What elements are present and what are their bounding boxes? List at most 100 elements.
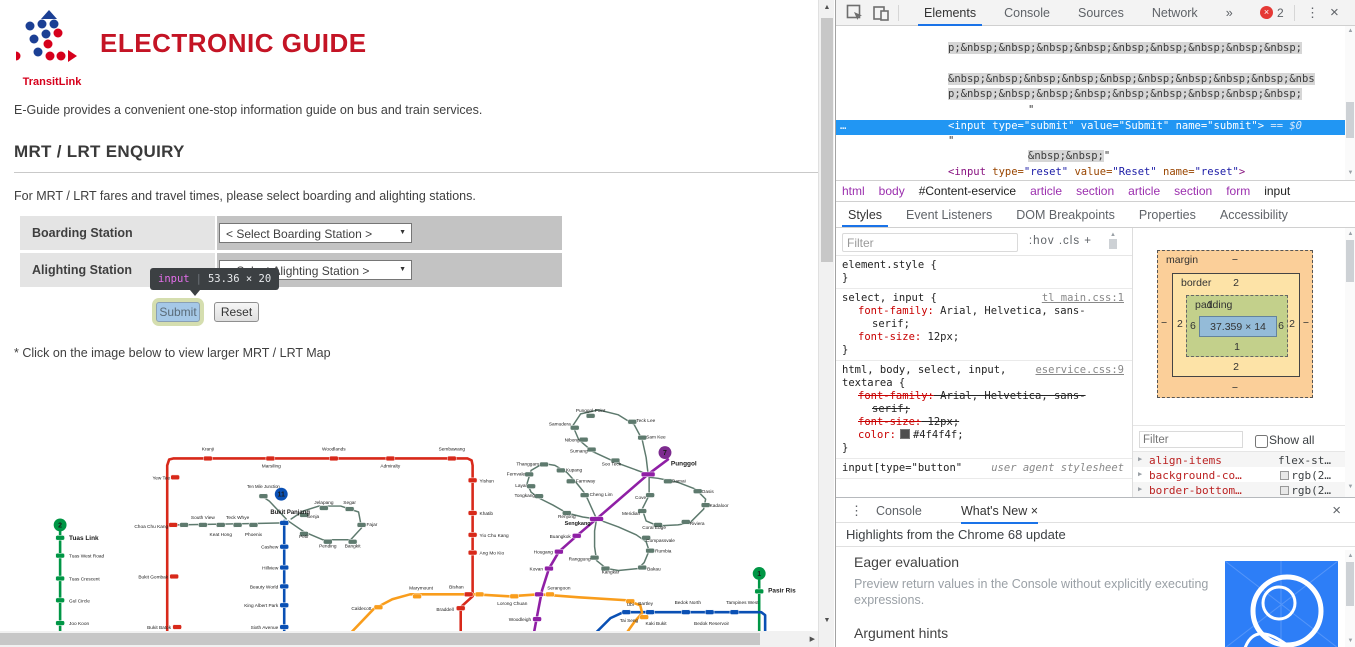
css-source-link[interactable]: tl main.css:1 — [1042, 292, 1124, 305]
css-rule[interactable]: html, body, select, input, eservice.css:9… — [836, 361, 1132, 459]
station-label: Bedok Reservoir — [694, 621, 730, 627]
elements-tree-row[interactable]: … <input type="submit" value="Submit" nam… — [836, 120, 1345, 135]
breadcrumb-item-html[interactable]: html — [842, 184, 865, 198]
scrollbar-thumb[interactable] — [1346, 562, 1354, 606]
css-property[interactable]: font-family: Arial, Helvetica, sans- — [842, 390, 1126, 403]
feature-body: Preview return values in the Console wit… — [854, 577, 1209, 607]
boarding-station-select[interactable]: < Select Boarding Station > ▼ — [219, 223, 412, 243]
elements-tree-row[interactable]: <input type="reset" value="Reset" name="… — [836, 166, 1345, 180]
breadcrumb-item-input[interactable]: input — [1264, 184, 1290, 198]
scroll-up-icon[interactable]: ▲ — [1345, 553, 1355, 559]
breadcrumb-item-form[interactable]: form — [1226, 184, 1250, 198]
devtools-close-icon[interactable]: × — [1330, 4, 1339, 21]
computed-property-row[interactable]: ▶ border-bottom… rgb(2… — [1133, 482, 1345, 497]
horizontal-scrollbar[interactable]: ▶ — [0, 631, 818, 647]
box-model-content[interactable]: 37.359 × 14 — [1199, 316, 1277, 337]
css-rule[interactable]: input[type="button" user agent stylesheet — [836, 459, 1132, 479]
drawer-tab-console[interactable]: Console — [876, 498, 922, 523]
devtools-tab-sources[interactable]: Sources — [1064, 0, 1138, 26]
station-badge — [729, 609, 740, 615]
breadcrumb-item-Content-eservice[interactable]: #Content-eservice — [919, 184, 1016, 198]
sidebar-scrollbar[interactable]: ▲ ▼ — [1345, 228, 1355, 497]
sidebar-tab-event-listeners[interactable]: Event Listeners — [894, 202, 1004, 227]
computed-property-name: border-bottom… — [1149, 484, 1242, 497]
expand-arrow-icon[interactable]: ▶ — [1138, 455, 1142, 463]
box-model-margin[interactable]: margin − − − − border 2 2 2 2 padding 1 … — [1157, 250, 1313, 398]
hov-cls-controls[interactable]: :hov .cls + — [1029, 235, 1092, 247]
horizontal-scrollbar-thumb[interactable] — [0, 633, 760, 645]
drawer-close-icon[interactable]: × — [1332, 502, 1341, 519]
station-badge — [621, 609, 632, 615]
css-property[interactable]: serif; — [842, 403, 1126, 416]
scrollbar-thumb[interactable] — [1346, 240, 1354, 282]
devtools-tab-console[interactable]: Console — [990, 0, 1064, 26]
expand-arrow-icon[interactable]: ▶ — [1138, 485, 1142, 493]
chevron-down-icon[interactable]: ▼ — [399, 266, 406, 273]
chevron-down-icon[interactable]: ▼ — [399, 229, 406, 236]
computed-property-row[interactable]: ▶ background-co… rgb(2… — [1133, 467, 1345, 482]
css-property[interactable]: font-family: Arial, Helvetica, sans- — [842, 305, 1126, 318]
box-model-padding[interactable]: padding 1 1 6 6 37.359 × 14 — [1186, 295, 1288, 357]
drawer-scrollbar[interactable]: ▲ ▼ — [1345, 550, 1355, 647]
scroll-up-icon[interactable]: ▲ — [1108, 232, 1118, 238]
elements-tree-row[interactable]: " — [836, 135, 1345, 150]
drawer-menu-icon[interactable]: ⋮ — [850, 503, 863, 519]
devtools-tab-[interactable]: » — [1212, 0, 1247, 26]
css-property[interactable]: font-size: 12px; — [842, 416, 1126, 429]
breadcrumb-item-section[interactable]: section — [1174, 184, 1212, 198]
device-toolbar-icon[interactable] — [872, 4, 890, 22]
elements-tree-row[interactable]: p;&nbsp;&nbsp;&nbsp;&nbsp;&nbsp;&nbsp;&n… — [836, 42, 1345, 57]
scrollbar-thumb[interactable] — [1346, 102, 1354, 138]
scroll-up-icon[interactable]: ▲ — [1345, 231, 1355, 237]
scroll-up-icon[interactable]: ▲ — [1345, 28, 1355, 34]
scroll-down-icon[interactable]: ▼ — [1345, 170, 1355, 176]
show-all-checkbox[interactable] — [1255, 435, 1268, 448]
css-property[interactable]: color: #4f4f4f; — [842, 429, 1126, 442]
breadcrumb-item-body[interactable]: body — [879, 184, 905, 198]
computed-property-row[interactable]: ▶ align-items flex-st… — [1133, 452, 1345, 467]
mrt-map-image[interactable]: 2 11 7 1 Kranji Marsiling Woodlands Admiralty Se… — [40, 396, 815, 634]
breadcrumb-item-section[interactable]: section — [1076, 184, 1114, 198]
elements-tree-row[interactable]: p;&nbsp;&nbsp;&nbsp;&nbsp;&nbsp;&nbsp;&n… — [836, 88, 1345, 103]
scroll-down-icon[interactable]: ▼ — [1345, 484, 1355, 490]
devtools-tab-elements[interactable]: Elements — [910, 0, 990, 26]
error-badge-icon[interactable]: × — [1260, 6, 1273, 19]
elements-tree-row[interactable]: &nbsp;&nbsp;&nbsp;&nbsp;&nbsp;&nbsp;&nbs… — [836, 73, 1345, 88]
css-rule[interactable]: select, input {tl main.css:1 font-family:… — [836, 289, 1132, 361]
computed-filter-input[interactable] — [1139, 431, 1243, 448]
scroll-down-icon[interactable]: ▼ — [1345, 638, 1355, 644]
color-swatch[interactable] — [899, 429, 910, 439]
scroll-right-icon[interactable]: ▶ — [810, 635, 815, 643]
css-source-link[interactable]: user agent stylesheet — [991, 462, 1124, 475]
vertical-scrollbar-thumb[interactable] — [821, 18, 833, 262]
reset-button[interactable]: Reset — [214, 302, 259, 322]
expand-arrow-icon[interactable]: ▶ — [1138, 470, 1142, 478]
elements-scrollbar[interactable]: ▲ ▼ — [1345, 26, 1355, 180]
elements-tree-row[interactable]: " — [836, 104, 1345, 119]
vertical-scrollbar[interactable]: ▲ ▼ — [818, 0, 834, 647]
box-model-border[interactable]: border 2 2 2 2 padding 1 1 6 6 37.359 × … — [1172, 273, 1300, 377]
styles-mini-scrollbar[interactable]: ▲ — [1108, 232, 1118, 254]
sidebar-tab-styles[interactable]: Styles — [836, 202, 894, 227]
devtools-menu-icon[interactable]: ⋮ — [1306, 5, 1319, 21]
css-property[interactable]: font-size: 12px; — [842, 331, 1126, 344]
drawer-tab-whatsnew[interactable]: What's New × — [961, 498, 1039, 524]
css-property[interactable]: serif; — [842, 318, 1126, 331]
breadcrumb-item-article[interactable]: article — [1128, 184, 1160, 198]
sidebar-tab-properties[interactable]: Properties — [1127, 202, 1208, 227]
scroll-up-icon[interactable]: ▲ — [819, 4, 835, 11]
station-badge — [570, 425, 580, 431]
scrollbar-thumb[interactable] — [1109, 239, 1117, 249]
css-source-link[interactable]: eservice.css:9 — [1035, 364, 1124, 377]
styles-filter-input[interactable] — [842, 233, 1018, 252]
submit-button[interactable]: Submit — [156, 302, 200, 322]
elements-tree-row[interactable]: &nbsp;&nbsp;" — [836, 150, 1345, 165]
sidebar-tab-accessibility[interactable]: Accessibility — [1208, 202, 1300, 227]
devtools-tab-network[interactable]: Network — [1138, 0, 1212, 26]
css-rule[interactable]: element.style {} — [836, 256, 1132, 289]
breadcrumb-item-article[interactable]: article — [1030, 184, 1062, 198]
sidebar-tab-dom-breakpoints[interactable]: DOM Breakpoints — [1004, 202, 1127, 227]
scroll-down-icon[interactable]: ▼ — [819, 617, 835, 624]
inspect-element-icon[interactable] — [846, 4, 864, 22]
station-badge — [640, 471, 656, 477]
